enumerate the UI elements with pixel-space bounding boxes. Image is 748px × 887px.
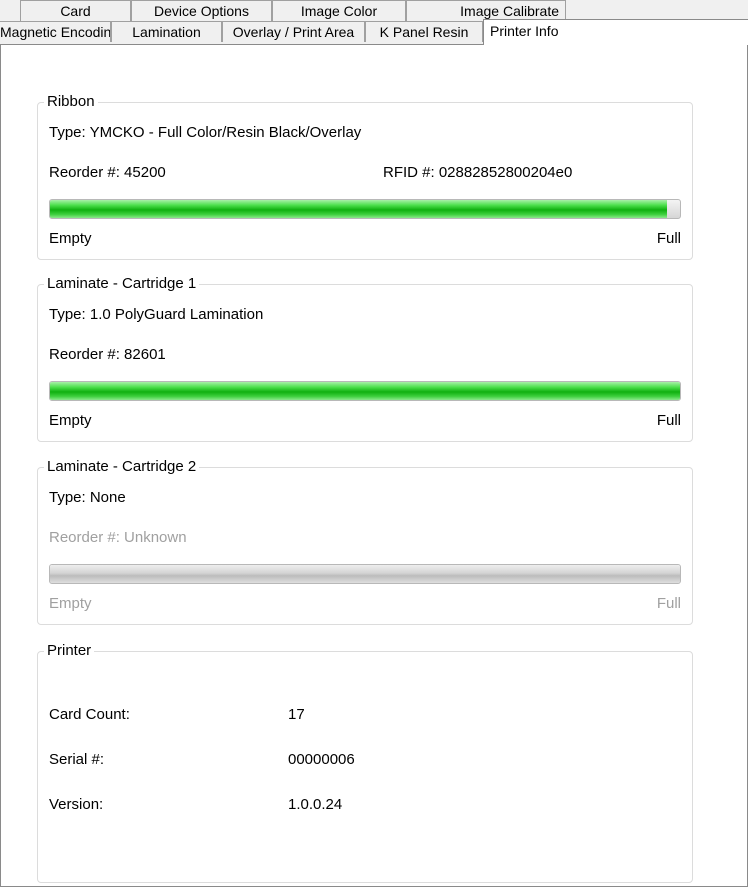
ribbon-group-title: Ribbon bbox=[44, 93, 98, 111]
ribbon-full-label: Full bbox=[656, 230, 681, 247]
laminate2-group-title: Laminate - Cartridge 2 bbox=[44, 458, 200, 476]
ribbon-empty-label: Empty bbox=[49, 230, 92, 247]
laminate-cartridge-1-group: Laminate - Cartridge 1 Type: 1.0 PolyGua… bbox=[37, 275, 693, 442]
tab-image-color[interactable]: Image Color bbox=[272, 0, 406, 21]
laminate1-empty-label: Empty bbox=[49, 412, 92, 429]
tab-image-calibrate[interactable]: Image Calibrate bbox=[406, 0, 566, 21]
tab-printer-info[interactable]: Printer Info bbox=[483, 19, 748, 45]
version-value: 1.0.0.24 bbox=[288, 796, 343, 813]
laminate2-level-track bbox=[50, 565, 680, 583]
version-label: Version: bbox=[49, 796, 104, 813]
printer-group-title: Printer bbox=[44, 642, 95, 660]
laminate2-reorder: Reorder #: Unknown bbox=[49, 529, 187, 546]
card-count-label: Card Count: bbox=[49, 706, 130, 723]
laminate1-group-title: Laminate - Cartridge 1 bbox=[44, 275, 200, 293]
laminate1-reorder: Reorder #: 82601 bbox=[49, 346, 166, 363]
tab-card[interactable]: Card bbox=[20, 0, 131, 21]
laminate2-type: Type: None bbox=[49, 489, 126, 506]
laminate2-level-bar bbox=[49, 564, 681, 584]
laminate1-full-label: Full bbox=[656, 412, 681, 429]
ribbon-group: Ribbon Type: YMCKO - Full Color/Resin Bl… bbox=[37, 93, 693, 260]
printer-group: Printer Card Count: 17 Serial #: 0000000… bbox=[37, 642, 693, 883]
laminate2-empty-label: Empty bbox=[49, 595, 92, 612]
laminate1-level-bar bbox=[49, 381, 681, 401]
serial-label: Serial #: bbox=[49, 751, 105, 768]
ribbon-reorder: Reorder #: 45200 bbox=[49, 164, 166, 181]
laminate1-level-fill bbox=[50, 382, 680, 400]
laminate1-type: Type: 1.0 PolyGuard Lamination bbox=[49, 306, 264, 323]
tab-k-panel-resin[interactable]: K Panel Resin bbox=[365, 21, 483, 42]
tab-magnetic-encoding[interactable]: Magnetic Encoding bbox=[0, 21, 111, 42]
ribbon-type: Type: YMCKO - Full Color/Resin Black/Ove… bbox=[49, 124, 362, 141]
tab-overlay-print-area[interactable]: Overlay / Print Area bbox=[222, 21, 365, 42]
tab-lamination[interactable]: Lamination bbox=[111, 21, 222, 42]
ribbon-rfid: RFID #: 02882852800204e0 bbox=[383, 164, 573, 181]
serial-value: 00000006 bbox=[288, 751, 355, 768]
laminate-cartridge-2-group: Laminate - Cartridge 2 Type: None Reorde… bbox=[37, 458, 693, 625]
laminate2-full-label: Full bbox=[656, 595, 681, 612]
ribbon-level-fill bbox=[50, 200, 668, 218]
tab-device-options[interactable]: Device Options bbox=[131, 0, 272, 21]
ribbon-level-bar bbox=[49, 199, 681, 219]
printer-info-panel: Ribbon Type: YMCKO - Full Color/Resin Bl… bbox=[0, 44, 748, 887]
card-count-value: 17 bbox=[288, 706, 305, 723]
